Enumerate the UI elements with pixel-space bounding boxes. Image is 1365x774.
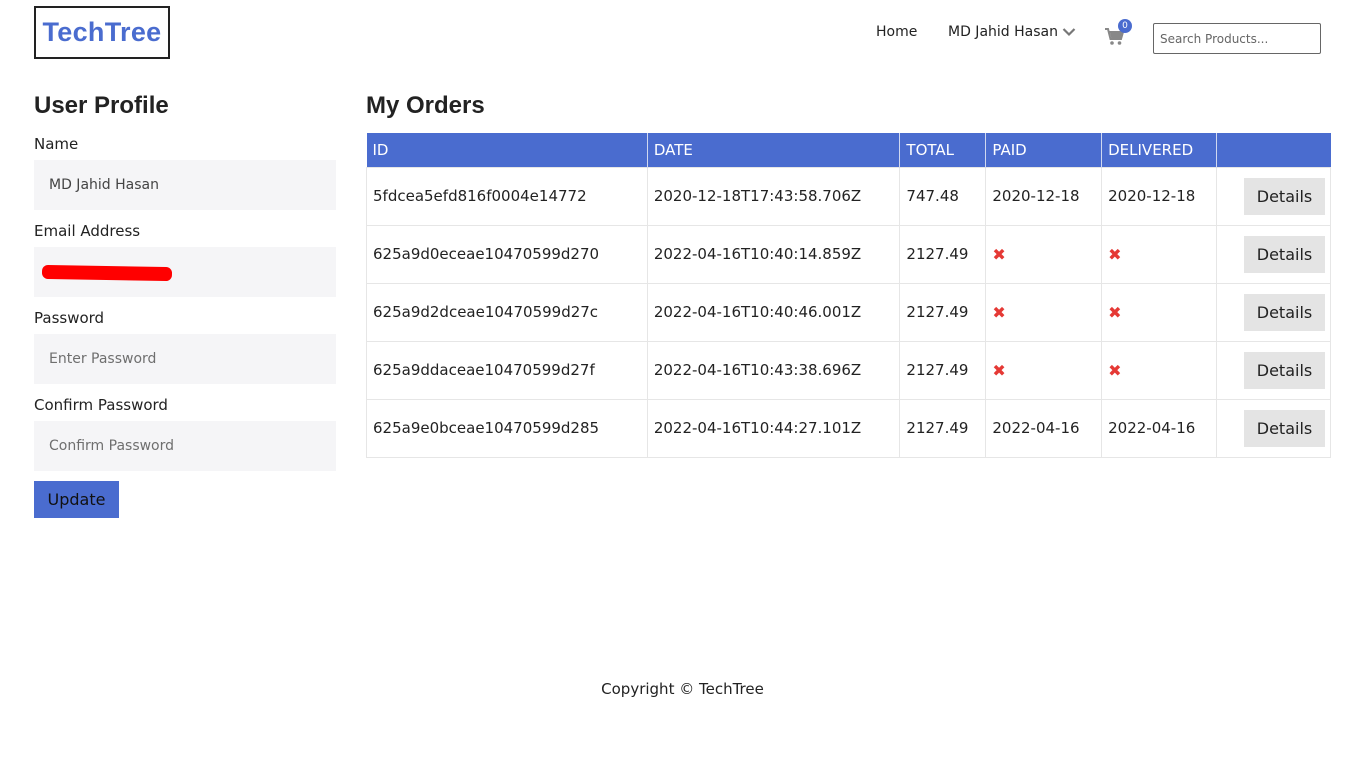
table-row: 625a9e0bceae10470599d285 2022-04-16T10:4… <box>366 398 1331 458</box>
redaction-mark <box>41 264 173 282</box>
user-menu-label: MD Jahid Hasan <box>948 24 1058 40</box>
order-date: 2020-12-18T17:43:58.706Z <box>646 166 901 226</box>
details-button[interactable]: Details <box>1244 351 1325 389</box>
nav-home-link[interactable]: Home <box>876 24 917 40</box>
password-field[interactable] <box>34 334 336 384</box>
details-button[interactable]: Details <box>1244 235 1325 273</box>
order-date: 2022-04-16T10:40:46.001Z <box>646 282 901 342</box>
order-delivered: 2020-12-18 <box>1101 166 1218 226</box>
name-label: Name <box>34 135 79 153</box>
order-delivered: ✖ <box>1101 282 1218 342</box>
profile-title: User Profile <box>34 92 169 119</box>
orders-title: My Orders <box>366 92 485 119</box>
orders-header-row: ID DATE TOTAL PAID DELIVERED <box>366 133 1331 167</box>
not-delivered-icon: ✖ <box>1108 302 1122 322</box>
details-button[interactable]: Details <box>1244 293 1325 331</box>
order-paid: 2022-04-16 <box>985 398 1103 458</box>
table-row: 625a9d0eceae10470599d270 2022-04-16T10:4… <box>366 224 1331 284</box>
order-id: 625a9d2dceae10470599d27c <box>366 282 648 342</box>
order-total: 747.48 <box>899 166 987 226</box>
table-row: 5fdcea5efd816f0004e14772 2020-12-18T17:4… <box>366 166 1331 226</box>
order-actions: Details <box>1216 340 1331 400</box>
order-id: 625a9d0eceae10470599d270 <box>366 224 648 284</box>
order-paid: ✖ <box>985 340 1103 400</box>
update-button[interactable]: Update <box>34 481 119 518</box>
order-id: 5fdcea5efd816f0004e14772 <box>366 166 648 226</box>
order-date: 2022-04-16T10:43:38.696Z <box>646 340 901 400</box>
table-row: 625a9ddaceae10470599d27f 2022-04-16T10:4… <box>366 340 1331 400</box>
order-paid: ✖ <box>985 224 1103 284</box>
orders-table: ID DATE TOTAL PAID DELIVERED 5fdcea5efd8… <box>366 133 1331 458</box>
user-menu-dropdown[interactable]: MD Jahid Hasan <box>948 24 1076 40</box>
details-button[interactable]: Details <box>1244 409 1325 447</box>
column-header-total: TOTAL <box>899 133 987 167</box>
order-id: 625a9e0bceae10470599d285 <box>366 398 648 458</box>
order-actions: Details <box>1216 398 1331 458</box>
not-paid-icon: ✖ <box>992 302 1006 322</box>
chevron-down-icon <box>1062 28 1076 37</box>
table-row: 625a9d2dceae10470599d27c 2022-04-16T10:4… <box>366 282 1331 342</box>
footer-copyright: Copyright © TechTree <box>601 680 764 698</box>
not-delivered-icon: ✖ <box>1108 244 1122 264</box>
order-id: 625a9ddaceae10470599d27f <box>366 340 648 400</box>
column-header-actions <box>1216 133 1331 167</box>
password-label: Password <box>34 309 105 327</box>
confirm-password-label: Confirm Password <box>34 396 168 414</box>
column-header-date: DATE <box>647 133 901 167</box>
search-input[interactable] <box>1153 23 1321 54</box>
order-delivered: ✖ <box>1101 340 1218 400</box>
order-actions: Details <box>1216 282 1331 342</box>
order-delivered: 2022-04-16 <box>1101 398 1218 458</box>
order-total: 2127.49 <box>899 282 987 342</box>
column-header-delivered: DELIVERED <box>1101 133 1218 167</box>
name-field[interactable] <box>34 160 336 210</box>
column-header-id: ID <box>366 133 648 167</box>
order-paid: ✖ <box>985 282 1103 342</box>
logo-text: TechTree <box>42 17 162 47</box>
order-total: 2127.49 <box>899 340 987 400</box>
not-paid-icon: ✖ <box>992 360 1006 380</box>
logo[interactable]: TechTree <box>34 6 170 59</box>
confirm-password-field[interactable] <box>34 421 336 471</box>
order-actions: Details <box>1216 224 1331 284</box>
order-paid: 2020-12-18 <box>985 166 1103 226</box>
details-button[interactable]: Details <box>1244 177 1325 215</box>
cart-count-badge: 0 <box>1118 19 1132 33</box>
column-header-paid: PAID <box>985 133 1103 167</box>
order-delivered: ✖ <box>1101 224 1218 284</box>
order-total: 2127.49 <box>899 398 987 458</box>
order-actions: Details <box>1216 166 1331 226</box>
email-label: Email Address <box>34 222 141 240</box>
order-total: 2127.49 <box>899 224 987 284</box>
not-delivered-icon: ✖ <box>1108 360 1122 380</box>
not-paid-icon: ✖ <box>992 244 1006 264</box>
order-date: 2022-04-16T10:44:27.101Z <box>646 398 901 458</box>
order-date: 2022-04-16T10:40:14.859Z <box>646 224 901 284</box>
